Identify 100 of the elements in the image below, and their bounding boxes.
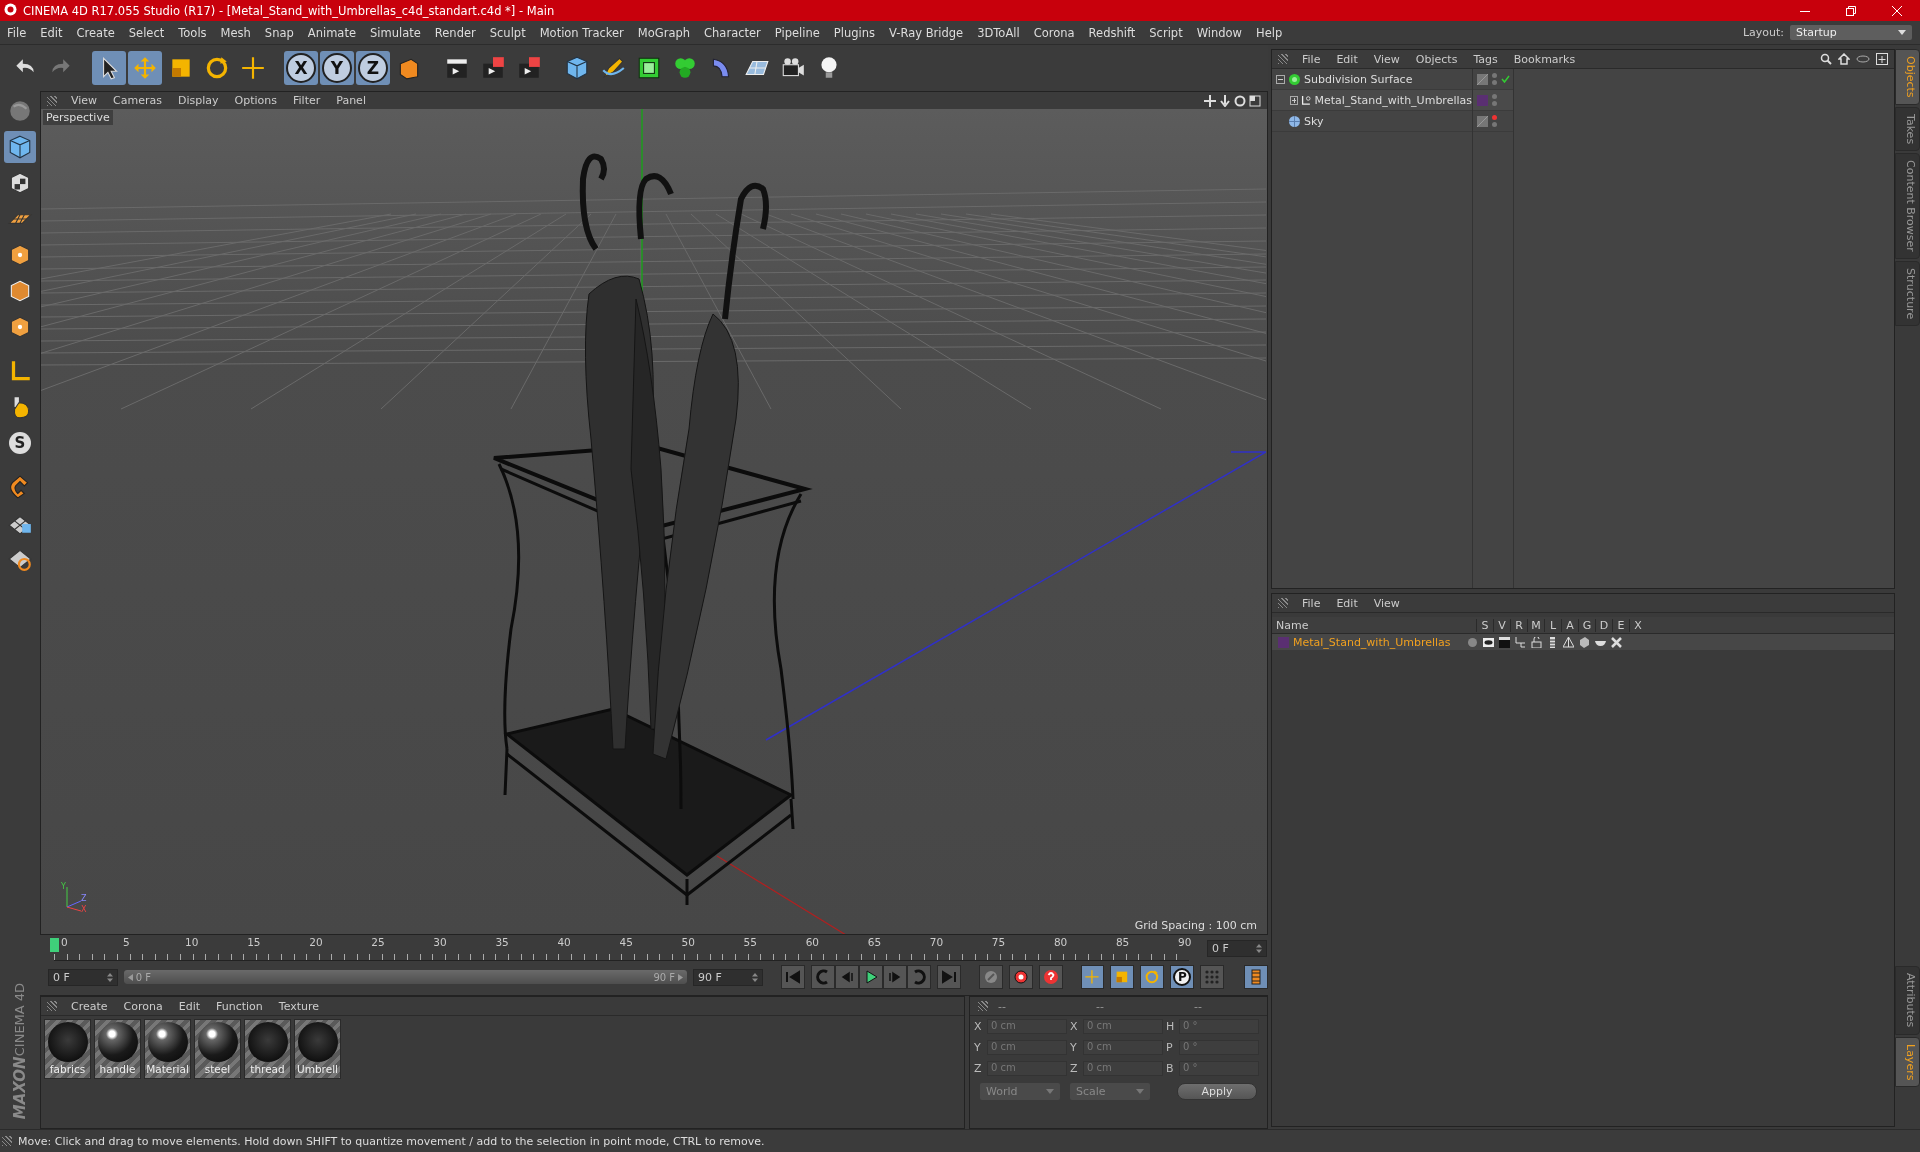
side-tab[interactable]: Takes: [1895, 106, 1920, 151]
search-icon[interactable]: [1820, 53, 1832, 65]
checkmark-icon[interactable]: [1501, 74, 1510, 83]
layout-dropdown[interactable]: Startup: [1790, 25, 1912, 40]
home-icon[interactable]: [1838, 53, 1850, 65]
record-button[interactable]: [1008, 965, 1033, 989]
expand-toggle[interactable]: [1276, 74, 1285, 84]
material-menu-item[interactable]: Edit: [170, 999, 208, 1013]
motion-record-button[interactable]: [978, 965, 1003, 989]
panel-grip-icon[interactable]: [2, 1136, 12, 1146]
material-swatch[interactable]: Umbrell: [294, 1019, 341, 1079]
menu-item[interactable]: V-Ray Bridge: [882, 25, 971, 40]
axis-lock-button[interactable]: Y: [322, 53, 352, 83]
viewport-menu-item[interactable]: View: [63, 94, 106, 107]
hierarchy-icon[interactable]: [1515, 636, 1526, 648]
menu-item[interactable]: Character: [697, 25, 768, 40]
material-swatch[interactable]: steel: [194, 1019, 241, 1079]
layer-slot-icon[interactable]: [1477, 115, 1488, 127]
material-swatch[interactable]: thread: [244, 1019, 291, 1079]
menu-item[interactable]: Snap: [257, 25, 301, 40]
timeline-window-button[interactable]: [1244, 965, 1269, 989]
next-key-button[interactable]: [906, 965, 931, 989]
viewport-menu-item[interactable]: Panel: [328, 94, 374, 107]
menu-item[interactable]: 3DToAll: [970, 25, 1027, 40]
layer-menu-item[interactable]: File: [1294, 596, 1329, 610]
sculpt-icon[interactable]: [7, 98, 33, 124]
first-frame-button[interactable]: [780, 965, 805, 989]
object-menu-item[interactable]: Tags: [1465, 52, 1506, 66]
pan-icon[interactable]: [1204, 94, 1216, 107]
viewport-menu-item[interactable]: Display: [170, 94, 227, 107]
menu-item[interactable]: Window: [1189, 25, 1249, 40]
render-icon[interactable]: [480, 55, 506, 81]
play-button[interactable]: [858, 965, 883, 989]
start-frame-field[interactable]: 0 F: [48, 968, 118, 986]
end-frame-field[interactable]: 90 F: [693, 968, 763, 986]
menu-item[interactable]: Script: [1142, 25, 1190, 40]
menu-item[interactable]: Mesh: [213, 25, 258, 40]
playhead[interactable]: [50, 937, 59, 952]
menu-item[interactable]: File: [0, 25, 34, 40]
previous-key-button[interactable]: [810, 965, 835, 989]
viewport-menu-item[interactable]: Options: [226, 94, 285, 107]
dolly-icon[interactable]: [1219, 94, 1231, 107]
material-menu-item[interactable]: Create: [63, 999, 116, 1013]
side-tab[interactable]: Layers: [1895, 1036, 1920, 1087]
material-swatch[interactable]: fabrics: [44, 1019, 91, 1079]
timeline-ruler[interactable]: 0 5 10 15 20 25 30 35 40 45 50 55 60 65 70 75 80 85 90: [54, 935, 1189, 961]
parameter-key-button[interactable]: P: [1173, 968, 1192, 986]
generator-icon[interactable]: [1563, 636, 1574, 648]
deformer-icon[interactable]: [1579, 636, 1590, 648]
layer-menu-item[interactable]: View: [1365, 596, 1408, 610]
panel-grip-icon[interactable]: [47, 1001, 57, 1011]
panel-grip-icon[interactable]: [1278, 54, 1288, 64]
layer-slot-icon[interactable]: [1477, 73, 1488, 85]
cube-icon[interactable]: [564, 55, 590, 81]
material-menu-item[interactable]: Corona: [115, 999, 171, 1013]
side-tab[interactable]: Attributes: [1895, 966, 1920, 1035]
spinner-arrows-icon[interactable]: [751, 972, 758, 982]
animation-icon[interactable]: [1547, 636, 1558, 648]
menu-item[interactable]: Render: [427, 25, 483, 40]
material-swatch[interactable]: handle: [94, 1019, 141, 1079]
scale-key-button[interactable]: [1110, 965, 1135, 989]
rotate-icon[interactable]: [204, 55, 230, 81]
menu-item[interactable]: Animate: [300, 25, 363, 40]
lock-icon[interactable]: [1531, 636, 1542, 648]
rotation-key-button[interactable]: [1140, 965, 1165, 989]
object-menu-item[interactable]: Bookmarks: [1505, 52, 1584, 66]
spinner-arrows-icon[interactable]: [106, 972, 113, 982]
side-tab[interactable]: Objects: [1895, 49, 1920, 105]
maximize-view-icon[interactable]: [1249, 94, 1261, 107]
position-key-button[interactable]: [1080, 965, 1105, 989]
cross-arrows-icon[interactable]: [240, 55, 266, 81]
menu-item[interactable]: Pipeline: [767, 25, 827, 40]
object-name[interactable]: Sky: [1304, 114, 1324, 128]
viewport-menu-item[interactable]: Filter: [285, 94, 329, 107]
solo-dot-icon[interactable]: [1467, 636, 1478, 648]
last-frame-button[interactable]: [936, 965, 961, 989]
panel-grip-icon[interactable]: [1278, 598, 1288, 608]
new-panel-icon[interactable]: [1876, 53, 1888, 65]
layer-color-swatch[interactable]: [1477, 94, 1488, 106]
cube-icon[interactable]: [7, 134, 33, 160]
menu-item[interactable]: Corona: [1026, 25, 1082, 40]
axis-lock-button[interactable]: X: [286, 53, 316, 83]
material-menu-item[interactable]: Texture: [270, 999, 328, 1013]
clapper-icon[interactable]: [1499, 636, 1510, 648]
solo-button[interactable]: S: [9, 432, 31, 454]
layer-menu-item[interactable]: Edit: [1328, 596, 1366, 610]
menu-item[interactable]: Edit: [33, 25, 70, 40]
expand-toggle[interactable]: [1290, 95, 1298, 105]
subdivision-icon[interactable]: [636, 55, 662, 81]
menu-item[interactable]: Sculpt: [482, 25, 533, 40]
object-name[interactable]: Subdivision Surface: [1304, 72, 1413, 86]
visibility-dots[interactable]: [1492, 73, 1497, 85]
right-arrow-icon[interactable]: [678, 973, 684, 981]
side-tab[interactable]: Structure: [1895, 260, 1920, 326]
side-tab[interactable]: Content Browser: [1895, 152, 1920, 259]
visibility-dots[interactable]: [1492, 115, 1497, 127]
material-swatch[interactable]: Material: [144, 1019, 191, 1079]
menu-item[interactable]: Plugins: [826, 25, 883, 40]
axis-lock-button[interactable]: Z: [358, 53, 388, 83]
orbit-icon[interactable]: [1234, 94, 1246, 107]
